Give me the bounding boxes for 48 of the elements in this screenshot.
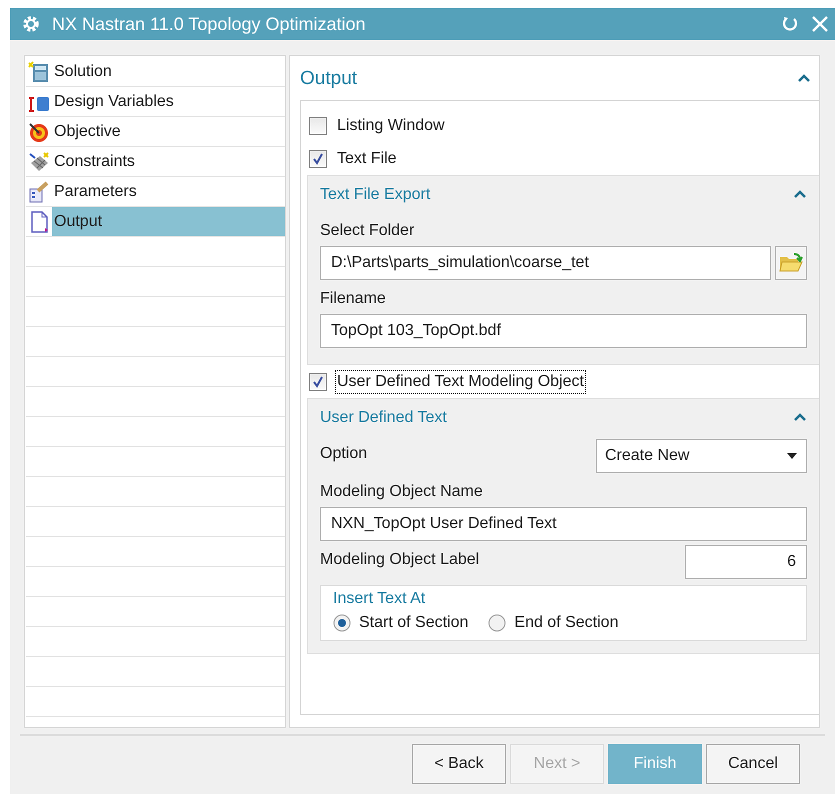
dropdown-caret-icon: [786, 452, 798, 460]
collapse-icon[interactable]: [797, 73, 811, 83]
sidebar-item[interactable]: Objective: [52, 117, 285, 146]
field-label: Filename: [320, 289, 386, 309]
sidebar-item[interactable]: Output: [52, 207, 285, 236]
group-title: Text File Export: [320, 186, 430, 204]
field-label: Modeling Object Label: [320, 550, 480, 570]
radio-label[interactable]: End of Section: [514, 614, 618, 632]
group-title: Insert Text At: [333, 590, 426, 608]
sidebar-item[interactable]: Design Variables: [52, 87, 285, 116]
close-icon[interactable]: [811, 15, 829, 33]
label-field[interactable]: 6: [685, 545, 807, 579]
folder-field[interactable]: D:\Parts\parts_simulation\coarse_tet: [320, 246, 771, 280]
checkmark-icon: [312, 376, 324, 388]
reset-icon[interactable]: [781, 15, 799, 33]
form-icon: [28, 180, 50, 202]
target-icon: [28, 120, 50, 142]
grid-icon: [28, 150, 50, 172]
folder-icon: [778, 253, 803, 273]
name-field[interactable]: NXN_TopOpt User Defined Text: [320, 507, 807, 541]
checkbox[interactable]: [309, 116, 327, 134]
radio-button[interactable]: [488, 614, 506, 632]
calculator-icon: [28, 60, 50, 82]
collapse-icon[interactable]: [793, 412, 807, 422]
sidebar-item[interactable]: Constraints: [52, 147, 285, 176]
group-title: User Defined Text: [320, 409, 447, 427]
field-label: Option: [320, 444, 368, 464]
filename-field[interactable]: TopOpt 103_TopOpt.bdf: [320, 314, 807, 348]
checkbox-label[interactable]: Listing Window: [335, 114, 447, 138]
radio-label[interactable]: Start of Section: [359, 614, 468, 632]
sidebar-item[interactable]: Parameters: [52, 177, 285, 206]
radio-button[interactable]: [333, 614, 351, 632]
sidebar-item[interactable]: Solution: [52, 57, 285, 86]
field-label: Modeling Object Name: [320, 482, 483, 502]
gear-icon: [22, 15, 40, 33]
checkbox-label[interactable]: User Defined Text Modeling Object: [335, 370, 586, 394]
window-title: NX Nastran 11.0 Topology Optimization: [52, 14, 366, 34]
field-label: Select Folder: [320, 221, 414, 241]
dialog-button[interactable]: < Back: [412, 744, 506, 784]
option-dropdown[interactable]: Create New: [596, 439, 807, 473]
panel-title: Output: [300, 68, 358, 90]
checkbox[interactable]: [309, 372, 327, 390]
browse-button[interactable]: [774, 246, 807, 280]
collapse-icon[interactable]: [793, 189, 807, 199]
checkbox[interactable]: [309, 150, 327, 168]
checkmark-icon: [312, 152, 324, 164]
dialog-button[interactable]: Cancel: [706, 744, 800, 784]
checkbox-label[interactable]: Text File: [335, 146, 399, 170]
